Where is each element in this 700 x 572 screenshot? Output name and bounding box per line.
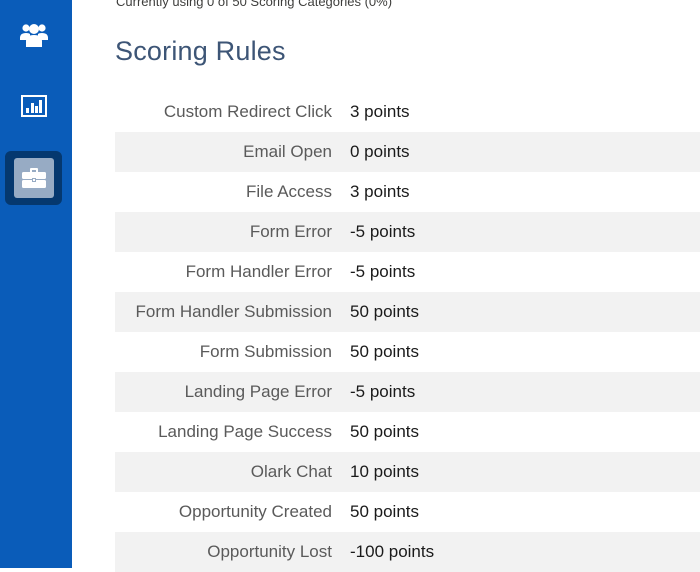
rule-points: 50 points <box>350 342 419 361</box>
scoring-rule-row: Form Handler Submission 50 points <box>115 292 700 332</box>
scoring-rule-row: Email Open 0 points <box>115 132 700 172</box>
usage-text: Currently using 0 of 50 Scoring Categori… <box>116 0 393 9</box>
scoring-rule-row: Landing Page Success 50 points <box>115 412 700 452</box>
rule-points: 3 points <box>350 102 410 121</box>
rule-points: -100 points <box>350 542 435 561</box>
scoring-rule-row: Opportunity Lost -100 points <box>115 532 700 572</box>
scoring-rule-row: Custom Redirect Click 3 points <box>115 92 700 132</box>
rule-name: Form Submission <box>199 342 332 361</box>
rule-name: Olark Chat <box>250 462 332 481</box>
rule-name: File Access <box>246 182 332 201</box>
rule-points: -5 points <box>350 222 416 241</box>
rule-points: 50 points <box>350 502 419 521</box>
people-icon <box>19 24 48 47</box>
rule-points: -5 points <box>350 262 416 281</box>
scoring-rules-list: Custom Redirect Click 3 points Email Open 0… <box>115 92 700 572</box>
rule-name: Custom Redirect Click <box>163 102 332 121</box>
rule-points: 3 points <box>350 182 410 201</box>
main-content: Currently using 0 of 50 Scoring Categori… <box>72 0 700 572</box>
rule-points: 10 points <box>350 462 419 481</box>
rule-name: Form Error <box>249 222 332 241</box>
rule-points: 50 points <box>350 302 419 321</box>
sidebar-item-prospects[interactable] <box>5 8 62 62</box>
scoring-rule-row: Olark Chat 10 points <box>115 452 700 492</box>
rule-points: 0 points <box>350 142 410 161</box>
scoring-rule-row: Form Error -5 points <box>115 212 700 252</box>
scoring-rule-row: File Access 3 points <box>115 172 700 212</box>
chart-icon <box>20 95 47 117</box>
sidebar <box>0 0 72 568</box>
scoring-rule-row: Form Handler Error -5 points <box>115 252 700 292</box>
rule-points: -5 points <box>350 382 416 401</box>
scoring-rule-row: Landing Page Error -5 points <box>115 372 700 412</box>
briefcase-icon <box>21 168 46 188</box>
page-title: Scoring Rules <box>115 36 286 66</box>
rule-name: Form Handler Submission <box>135 302 332 321</box>
scoring-rule-row: Form Submission 50 points <box>115 332 700 372</box>
rule-points: 50 points <box>350 422 419 441</box>
sidebar-item-reports[interactable] <box>5 79 62 133</box>
rule-name: Form Handler Error <box>185 262 332 281</box>
rule-name: Email Open <box>243 142 332 161</box>
rule-name: Landing Page Success <box>158 422 332 441</box>
scoring-rule-row: Opportunity Created 50 points <box>115 492 700 532</box>
rule-name: Opportunity Created <box>178 502 332 521</box>
rule-name: Landing Page Error <box>184 382 332 401</box>
sidebar-item-admin[interactable] <box>5 151 62 205</box>
rule-name: Opportunity Lost <box>207 542 332 561</box>
